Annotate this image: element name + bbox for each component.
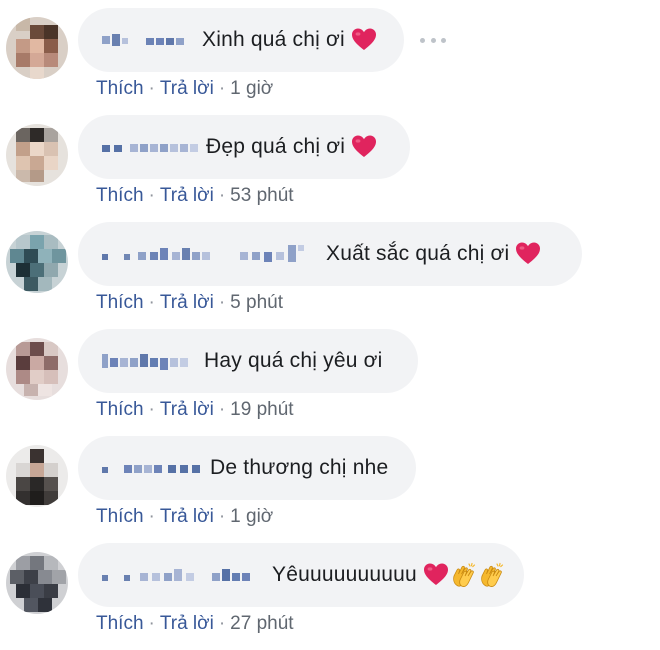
comment-timestamp[interactable]: 27 phút (230, 613, 293, 634)
blurred-author-name[interactable] (100, 25, 196, 55)
reply-link[interactable]: Trả lời (160, 78, 214, 99)
comment-text: Xuất sắc quá chị ơi (326, 242, 510, 265)
comment-timestamp[interactable]: 53 phút (230, 185, 293, 206)
blurred-author-name[interactable] (100, 346, 198, 376)
comment-text: Hay quá chị yêu ơi (204, 349, 383, 372)
clapping-hands-icon (479, 562, 505, 588)
like-link[interactable]: Thích (96, 78, 144, 99)
comment-item: De thương chị nhe Thích · Trả lời · 1 giờ (0, 436, 660, 543)
comment-timestamp[interactable]: 1 giờ (230, 78, 273, 99)
separator: · (148, 506, 155, 527)
more-options-icon[interactable] (420, 30, 446, 50)
comment-text: Yêuuuuuuuuuu (272, 563, 417, 586)
comment-bubble: Yêuuuuuuuuuu (78, 543, 524, 607)
comment-actions: Thích · Trả lời · 53 phút (96, 185, 294, 207)
avatar[interactable] (6, 17, 68, 79)
reply-link[interactable]: Trả lời (160, 399, 214, 420)
separator: · (148, 399, 155, 420)
avatar[interactable] (6, 124, 68, 186)
comment-item: Xinh quá chị ơi Thích · Trả lời · 1 giờ (0, 8, 660, 115)
comment-item: Yêuuuuuuuuuu Thích · Trả lời · 27 phút (0, 543, 660, 650)
avatar[interactable] (6, 552, 68, 614)
reply-link[interactable]: Trả lời (160, 292, 214, 313)
like-link[interactable]: Thích (96, 613, 144, 634)
comment-text: Xinh quá chị ơi (202, 28, 345, 51)
separator: · (148, 613, 155, 634)
comment-text: De thương chị nhe (210, 456, 389, 479)
blurred-author-name[interactable] (100, 453, 204, 483)
comment-item: Đẹp quá chị ơi Thích · Trả lời · 53 phút (0, 115, 660, 222)
reply-link[interactable]: Trả lời (160, 506, 214, 527)
like-link[interactable]: Thích (96, 506, 144, 527)
like-link[interactable]: Thích (96, 185, 144, 206)
separator: · (148, 185, 155, 206)
comment-bubble: Đẹp quá chị ơi (78, 115, 410, 179)
comment-actions: Thích · Trả lời · 1 giờ (96, 506, 273, 528)
like-link[interactable]: Thích (96, 292, 144, 313)
separator: · (218, 613, 226, 634)
like-link[interactable]: Thích (96, 399, 144, 420)
avatar[interactable] (6, 231, 68, 293)
separator: · (218, 399, 226, 420)
reply-link[interactable]: Trả lời (160, 613, 214, 634)
blurred-author-name[interactable] (100, 239, 320, 269)
separator: · (218, 292, 226, 313)
separator: · (148, 292, 155, 313)
separator: · (218, 78, 226, 99)
comment-text: Đẹp quá chị ơi (206, 135, 346, 158)
comment-timestamp[interactable]: 19 phút (230, 399, 293, 420)
red-heart-icon (351, 134, 377, 160)
comment-actions: Thích · Trả lời · 1 giờ (96, 78, 273, 100)
comment-bubble: De thương chị nhe (78, 436, 416, 500)
comment-item: Xuất sắc quá chị ơi Thích · Trả lời · 5 phút (0, 222, 660, 329)
comment-actions: Thích · Trả lời · 19 phút (96, 399, 294, 421)
blurred-author-name[interactable] (100, 560, 266, 590)
separator: · (218, 506, 226, 527)
clapping-hands-icon (451, 562, 477, 588)
comment-item: Hay quá chị yêu ơi Thích · Trả lời · 19 phút (0, 329, 660, 436)
comment-bubble: Xuất sắc quá chị ơi (78, 222, 582, 286)
red-heart-icon (515, 241, 541, 267)
comment-timestamp[interactable]: 5 phút (230, 292, 283, 313)
avatar[interactable] (6, 445, 68, 507)
separator: · (218, 185, 226, 206)
red-heart-icon (423, 562, 449, 588)
comment-actions: Thích · Trả lời · 5 phút (96, 292, 283, 314)
separator: · (148, 78, 155, 99)
comment-bubble: Xinh quá chị ơi (78, 8, 404, 72)
comment-bubble: Hay quá chị yêu ơi (78, 329, 418, 393)
comment-timestamp[interactable]: 1 giờ (230, 506, 273, 527)
blurred-author-name[interactable] (100, 132, 200, 162)
comment-actions: Thích · Trả lời · 27 phút (96, 613, 294, 635)
reply-link[interactable]: Trả lời (160, 185, 214, 206)
red-heart-icon (351, 27, 377, 53)
avatar[interactable] (6, 338, 68, 400)
